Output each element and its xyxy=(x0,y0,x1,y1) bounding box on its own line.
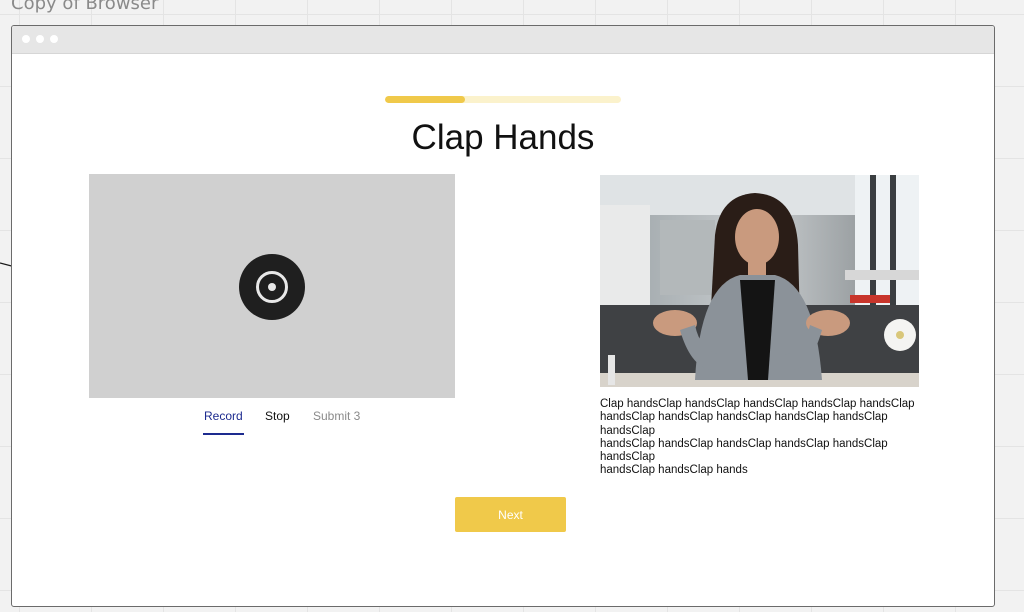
page-title: Clap Hands xyxy=(411,118,595,157)
progress-fill xyxy=(385,96,466,103)
submit-button[interactable]: Submit 3 xyxy=(313,409,360,433)
window-dot-icon xyxy=(22,35,30,43)
example-photo xyxy=(600,175,919,387)
progress-bar xyxy=(385,96,621,103)
window-dot-icon xyxy=(50,35,58,43)
window-dot-icon xyxy=(36,35,44,43)
next-button[interactable]: Next xyxy=(455,497,566,532)
example-caption: Clap handsClap handsClap handsClap hands… xyxy=(600,398,915,477)
record-button[interactable]: Record xyxy=(203,409,244,435)
stop-button[interactable]: Stop xyxy=(265,409,290,433)
video-recorder-area xyxy=(89,174,455,398)
record-icon[interactable] xyxy=(239,254,305,320)
browser-window: Clap Hands Record Stop Submit 3 Clap han… xyxy=(11,25,995,607)
browser-titlebar xyxy=(12,26,994,54)
recorder-controls: Record Stop Submit 3 xyxy=(12,409,534,435)
